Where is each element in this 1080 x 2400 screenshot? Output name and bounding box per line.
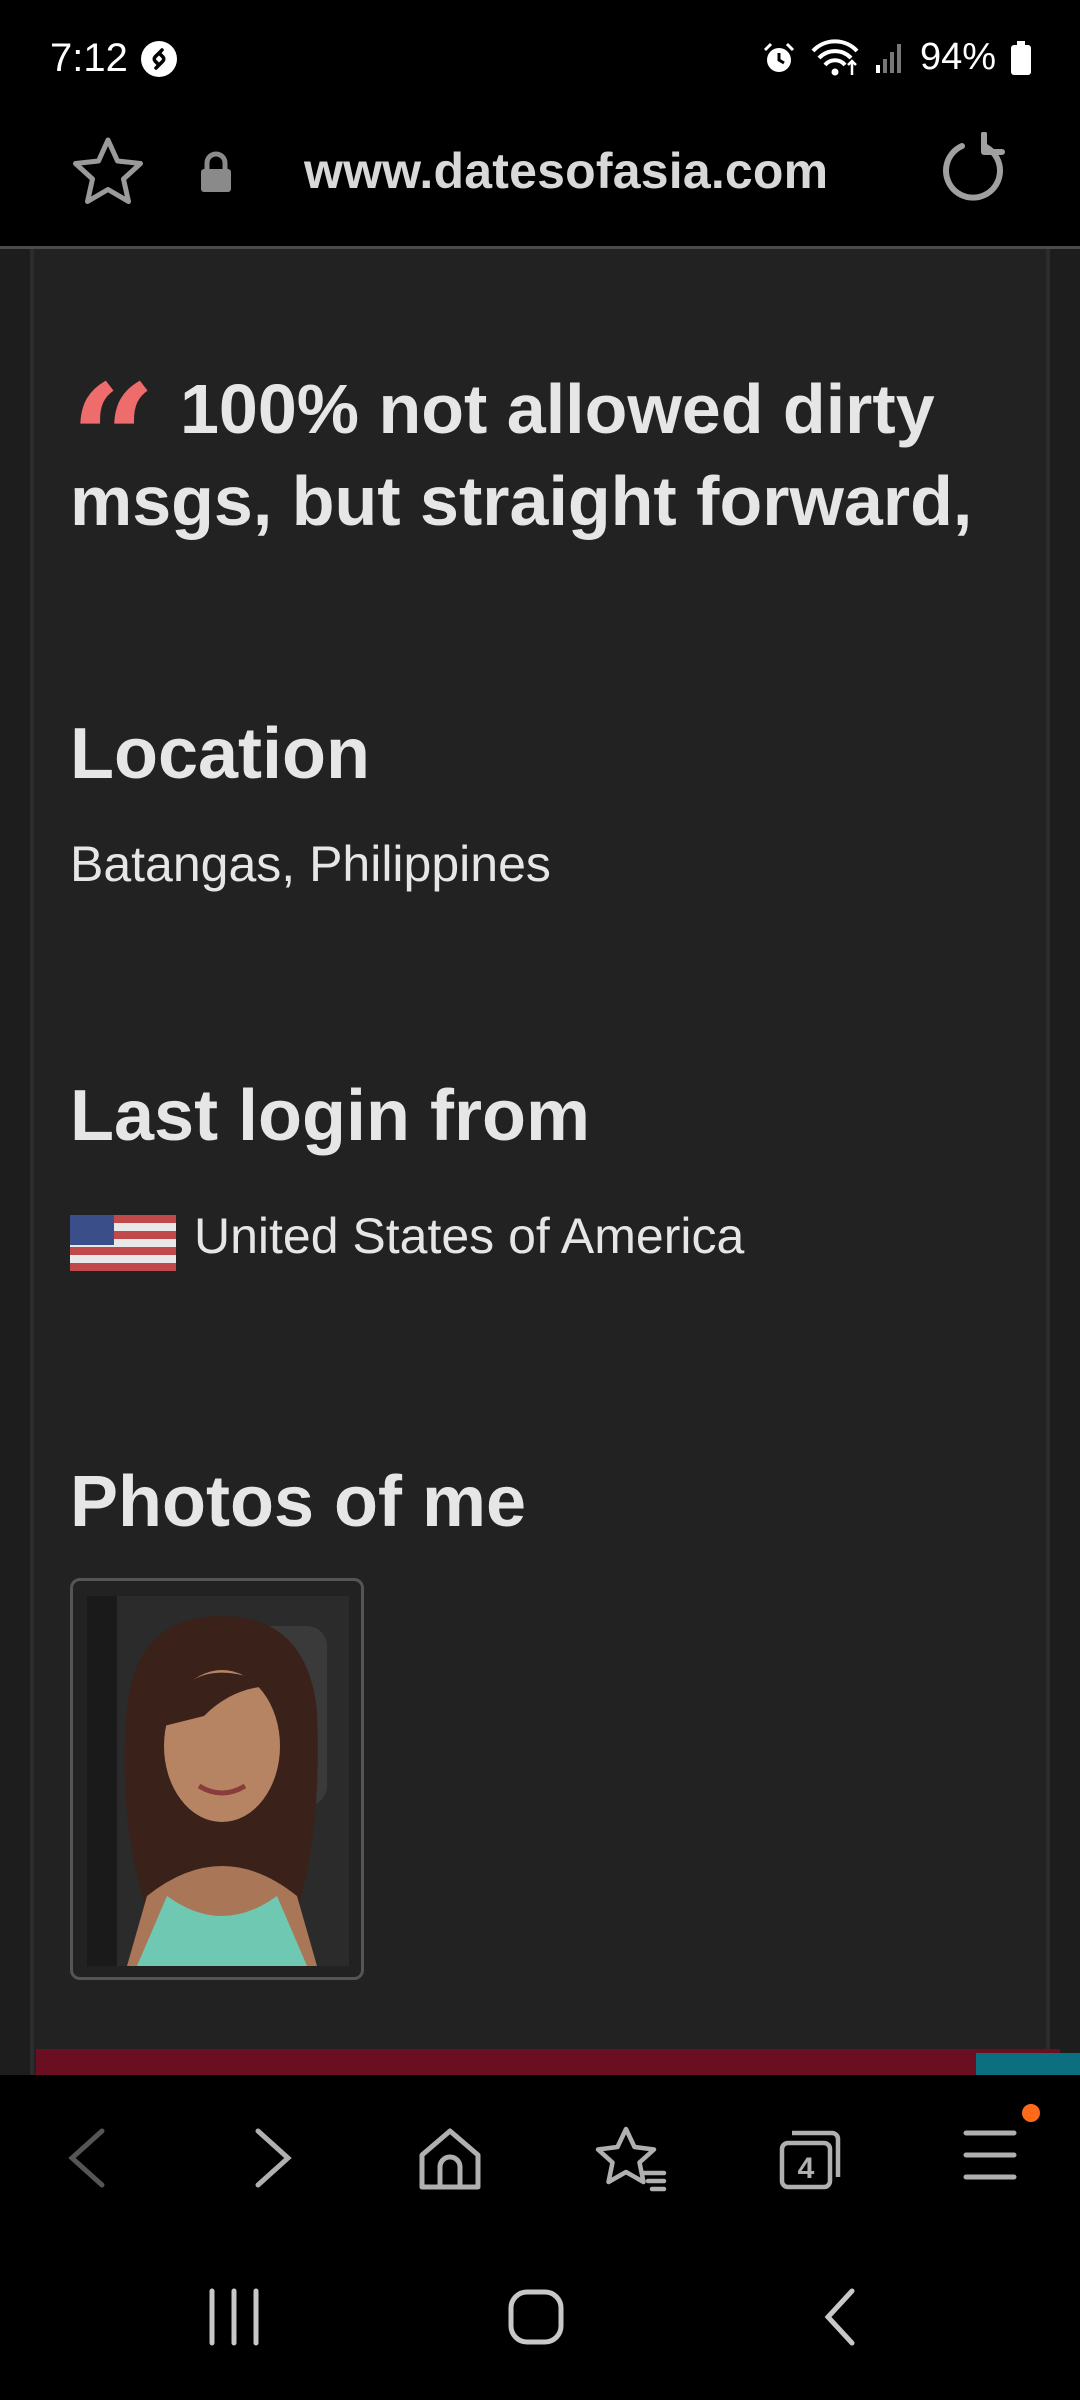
wifi-icon [811, 38, 859, 75]
reload-icon[interactable] [938, 132, 1008, 208]
battery-icon [1011, 40, 1031, 75]
status-icons: 94% [762, 36, 1032, 79]
last-login-heading: Last login from [70, 1076, 590, 1156]
profile-photo [87, 1596, 349, 1966]
web-page: “ 100% not allowed dirty msgs, but strai… [0, 249, 1080, 2075]
photo-thumbnail[interactable] [70, 1578, 364, 1980]
url-text[interactable]: www.datesofasia.com [304, 142, 828, 200]
bookmarks-icon[interactable] [594, 2125, 668, 2193]
last-login-value: United States of America [194, 1208, 745, 1264]
lock-icon [201, 151, 231, 192]
profile-content: “ 100% not allowed dirty msgs, but strai… [30, 249, 1050, 2075]
tab-count: 4 [798, 2152, 815, 2185]
forward-icon[interactable] [248, 2125, 298, 2191]
menu-icon[interactable] [962, 2125, 1018, 2185]
notification-dot [1022, 2104, 1040, 2122]
signal-icon [875, 43, 901, 73]
shazam-icon [141, 41, 177, 77]
ad-banner[interactable] [36, 2049, 1060, 2075]
battery-percent: 94% [919, 36, 996, 78]
location-heading: Location [70, 714, 370, 794]
browser-toolbar [0, 2075, 1080, 2240]
back-nav-icon[interactable] [820, 2287, 860, 2347]
profile-quote: 100% not allowed dirty msgs, but straigh… [70, 370, 973, 540]
home-icon[interactable] [416, 2125, 484, 2191]
tabs-icon[interactable]: 4 [776, 2125, 846, 2191]
us-flag-icon [70, 1215, 176, 1271]
recents-icon[interactable] [206, 2287, 262, 2347]
home-nav-icon[interactable] [506, 2287, 566, 2347]
back-icon[interactable] [62, 2125, 112, 2191]
ad-close-icon[interactable] [976, 2053, 1080, 2075]
location-value: Batangas, Philippines [70, 836, 551, 892]
alarm-icon [763, 42, 794, 72]
status-time: 7:12 [50, 36, 128, 80]
photos-heading: Photos of me [70, 1462, 527, 1542]
star-icon[interactable] [70, 135, 146, 207]
